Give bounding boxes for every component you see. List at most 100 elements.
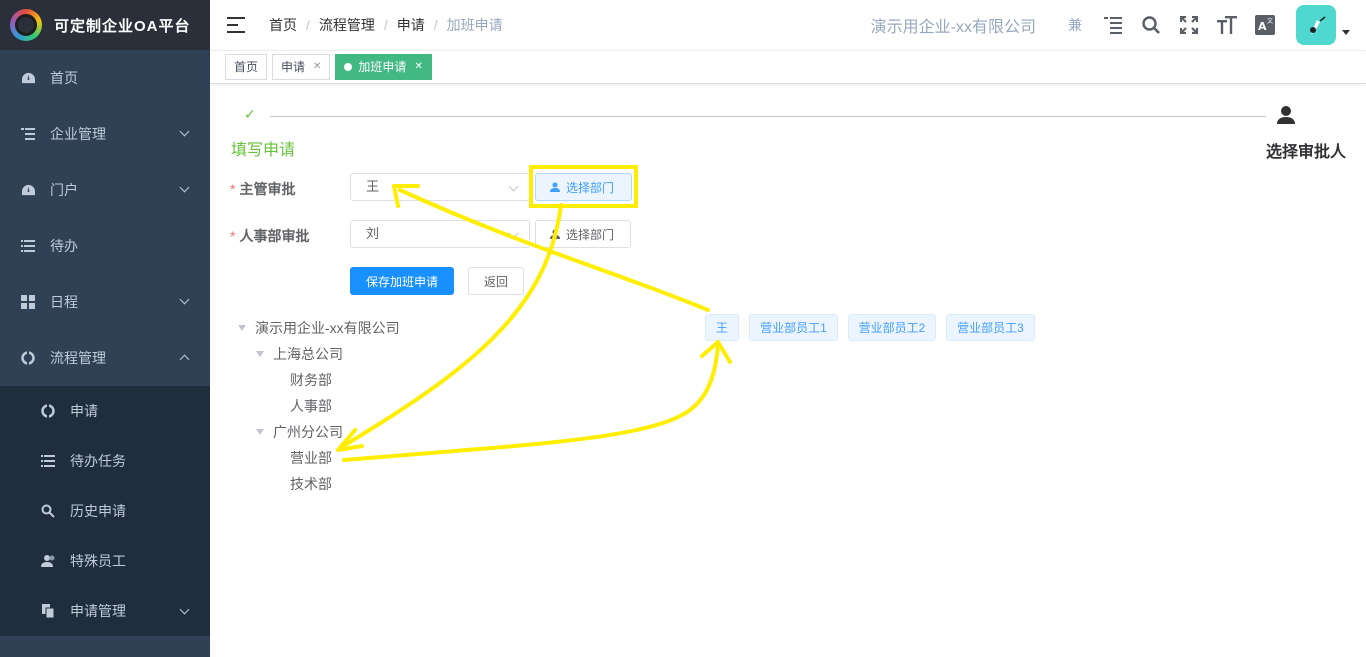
list-icon — [40, 453, 56, 469]
required-mark: * — [230, 181, 236, 197]
process-submenu: 申请 待办任务 历史申请 特殊员工 申请管理 — [0, 386, 210, 636]
manager-select[interactable]: 王 — [350, 173, 530, 201]
tag-apply[interactable]: 申请 ✕ — [272, 54, 331, 80]
list-tree-icon[interactable] — [1103, 15, 1123, 35]
tag-label: 首页 — [234, 60, 259, 74]
chevron-down-icon — [508, 228, 519, 239]
breadcrumb-separator: / — [433, 17, 438, 33]
back-button[interactable]: 返回 — [468, 267, 524, 295]
logo: 可定制企业OA平台 — [0, 0, 210, 50]
employee-tag[interactable]: 王 — [705, 314, 739, 341]
tag-label: 加班申请 — [358, 60, 407, 74]
button-label: 选择部门 — [566, 227, 615, 242]
sidebar-subitem-apply[interactable]: 申请 — [0, 386, 210, 436]
sidebar-item-label: 企业管理 — [50, 126, 106, 142]
sidebar-subitem-special-staff[interactable]: 特殊员工 — [0, 536, 210, 586]
app-title: 可定制企业OA平台 — [54, 17, 191, 35]
chevron-down-icon — [179, 294, 190, 305]
hr-approval-label: * 人事部审批 — [230, 226, 309, 246]
breadcrumb-current: 加班申请 — [446, 17, 503, 33]
breadcrumb-home[interactable]: 首页 — [269, 15, 297, 35]
label-text: 主管审批 — [239, 181, 296, 197]
sidebar-item-schedule[interactable]: 日程 — [0, 274, 210, 330]
tag-overtime-apply[interactable]: 加班申请 ✕ — [335, 54, 432, 80]
user-icon — [550, 229, 560, 239]
steps-connector — [270, 116, 1266, 117]
sidebar-item-todo[interactable]: 待办 — [0, 218, 210, 274]
main-content: ✓ 填写申请 选择审批人 * 主管审批 王 选择部门 * 人事部审批 刘 选择部门 … — [210, 84, 1366, 657]
hr-select[interactable]: 刘 — [350, 220, 530, 248]
tree-node-label: 财务部 — [290, 372, 332, 388]
chevron-down-icon — [179, 182, 190, 193]
sidebar-item-label: 历史申请 — [70, 503, 126, 519]
navbar-right: 演示用企业-xx有限公司 兼 A文 — [871, 0, 1366, 50]
dashboard-icon — [20, 182, 36, 198]
required-mark: * — [230, 228, 236, 244]
tree-node-label: 人事部 — [290, 398, 332, 414]
tree-node-leaf[interactable]: 技术部 — [290, 474, 332, 494]
tree-node-label: 演示用企业-xx有限公司 — [255, 320, 400, 336]
font-size-icon[interactable] — [1217, 15, 1237, 35]
tree-node-root[interactable]: 演示用企业-xx有限公司 — [238, 318, 400, 338]
process-icon — [40, 403, 56, 419]
tree-node-label: 上海总公司 — [273, 346, 343, 362]
navbar: 首页 / 流程管理 / 申请 / 加班申请 演示用企业-xx有限公司 兼 A文 — [210, 0, 1366, 50]
list-tree-icon — [20, 126, 36, 142]
step-title-fill: 填写申请 — [231, 142, 296, 159]
logo-icon — [10, 9, 42, 41]
sidebar-item-label: 流程管理 — [50, 350, 106, 366]
dashboard-icon — [20, 70, 36, 86]
sidebar-subitem-history[interactable]: 历史申请 — [0, 486, 210, 536]
employee-tag[interactable]: 营业部员工1 — [749, 314, 838, 341]
translate-icon[interactable]: A文 — [1255, 15, 1275, 35]
tags-view: 首页 申请 ✕ 加班申请 ✕ — [210, 50, 1366, 84]
fullscreen-icon[interactable] — [1179, 15, 1199, 35]
grid-icon — [20, 294, 36, 310]
company-name: 演示用企业-xx有限公司 — [870, 19, 1036, 36]
breadcrumb-separator: / — [306, 17, 310, 33]
sidebar-item-portal[interactable]: 门户 — [0, 162, 210, 218]
tree-node-leaf[interactable]: 人事部 — [290, 396, 332, 416]
close-icon[interactable]: ✕ — [313, 55, 321, 79]
sidebar-item-process[interactable]: 流程管理 — [0, 330, 210, 386]
employee-tag[interactable]: 营业部员工3 — [946, 314, 1035, 341]
select-value: 王 — [366, 179, 380, 194]
role-badge[interactable]: 兼 — [1065, 15, 1085, 35]
sidebar-item-label: 日程 — [50, 294, 78, 310]
hr-select-dept-button[interactable]: 选择部门 — [535, 220, 631, 248]
close-icon[interactable]: ✕ — [414, 55, 422, 79]
chevron-up-icon — [179, 354, 190, 365]
caret-down-icon[interactable] — [1342, 29, 1350, 35]
employee-tag[interactable]: 营业部员工2 — [848, 314, 936, 341]
sidebar-item-home[interactable]: 首页 — [0, 50, 210, 106]
breadcrumb-apply[interactable]: 申请 — [397, 15, 425, 35]
tree-node-branch[interactable]: 上海总公司 — [256, 344, 343, 364]
tree-node-branch[interactable]: 广州分公司 — [256, 422, 343, 442]
tree-node-label: 营业部 — [290, 450, 332, 466]
tree-node-leaf[interactable]: 财务部 — [290, 370, 332, 390]
breadcrumb-separator: / — [383, 17, 388, 33]
breadcrumb-process[interactable]: 流程管理 — [319, 15, 375, 35]
caret-down-icon[interactable] — [256, 351, 264, 357]
sidebar-item-enterprise[interactable]: 企业管理 — [0, 106, 210, 162]
save-overtime-button[interactable]: 保存加班申请 — [350, 267, 454, 295]
avatar[interactable] — [1296, 5, 1336, 45]
search-icon[interactable] — [1141, 15, 1161, 35]
sidebar-subitem-apply-manage[interactable]: 申请管理 — [0, 586, 210, 636]
tree-node-leaf[interactable]: 营业部 — [290, 448, 332, 468]
caret-down-icon[interactable] — [256, 429, 264, 435]
svg-text:文: 文 — [1267, 17, 1273, 25]
select-value: 刘 — [366, 226, 380, 241]
sidebar-item-label: 待办任务 — [70, 453, 126, 469]
active-dot-icon — [344, 63, 353, 71]
users-icon — [40, 553, 56, 569]
caret-down-icon[interactable] — [238, 325, 246, 331]
sidebar-item-label: 申请管理 — [70, 603, 126, 619]
menu-toggle-icon[interactable] — [227, 17, 245, 33]
sidebar: 可定制企业OA平台 首页 企业管理 门户 待办 日程 流程管理 申请 待办任务 … — [0, 0, 210, 657]
sidebar-item-label: 特殊员工 — [70, 553, 126, 569]
manager-approval-label: * 主管审批 — [230, 179, 295, 199]
search-icon — [40, 503, 56, 519]
sidebar-subitem-todo-tasks[interactable]: 待办任务 — [0, 436, 210, 486]
tag-home[interactable]: 首页 — [225, 54, 268, 80]
